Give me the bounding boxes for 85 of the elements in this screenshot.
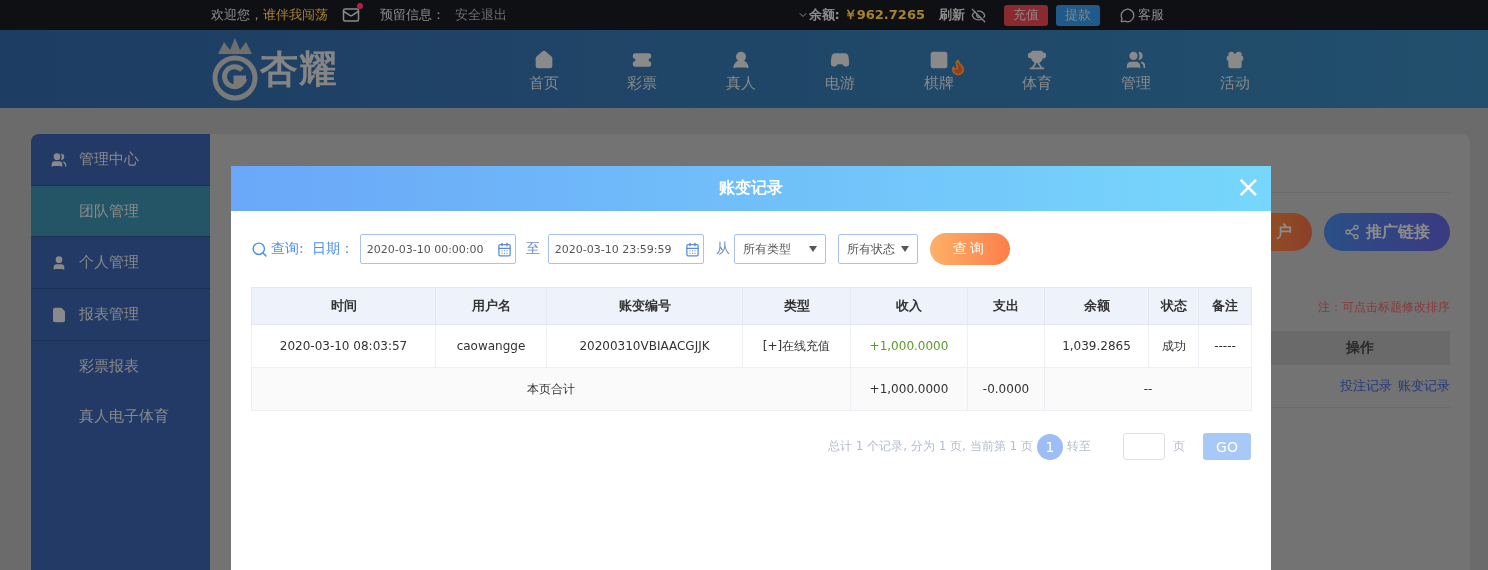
search-icon <box>251 240 268 258</box>
balance-label: 余额: <box>808 6 840 24</box>
from-label: 从 <box>715 240 730 258</box>
table-cell: caowangge <box>435 324 547 368</box>
column-header: 类型 <box>742 287 851 325</box>
close-button[interactable]: × <box>1235 172 1261 202</box>
table-cell: +1,000.0000 <box>850 324 968 368</box>
dialog-title: 账变记录 <box>719 178 783 199</box>
table-cell: 20200310VBIAACGJJK <box>546 324 743 368</box>
calendar-icon <box>684 241 700 257</box>
column-header: 时间 <box>251 287 436 325</box>
summary-label: 本页合计 <box>251 367 851 411</box>
nav-item[interactable]: 活动 <box>1185 45 1285 93</box>
section-label: 管理中心 <box>79 150 139 169</box>
start-date-field[interactable]: 2020-03-10 00:00:00 <box>359 234 516 264</box>
share-icon <box>1344 224 1360 240</box>
reserved-info-label: 预留信息： <box>380 6 445 24</box>
caret-icon <box>808 246 817 252</box>
table-cell: -- <box>1044 367 1252 411</box>
refresh-link[interactable]: 刷新 <box>939 6 965 24</box>
nav-item[interactable]: 彩票 <box>593 45 692 93</box>
column-header: 状态 <box>1148 287 1199 325</box>
trophy-icon <box>1027 49 1048 70</box>
chat-icon[interactable] <box>1120 7 1135 23</box>
record-link[interactable]: 投注记录 <box>1340 377 1392 395</box>
goto-label: 转至 <box>1067 438 1091 455</box>
nav-item[interactable]: 电游 <box>790 45 890 93</box>
to-label: 至 <box>525 240 540 258</box>
gift-icon <box>1224 49 1245 70</box>
promo-link-button[interactable]: 推广链接 <box>1324 213 1450 251</box>
document-icon <box>51 306 67 323</box>
sidebar-item[interactable]: 真人电子体育 <box>31 391 210 441</box>
page-number[interactable]: 1 <box>1037 433 1063 460</box>
table-cell: 1,039.2865 <box>1044 324 1149 368</box>
column-header: 用户名 <box>435 287 547 325</box>
column-header: 操作 <box>1270 331 1450 365</box>
balance-amount: ￥962.7265 <box>843 6 925 24</box>
users-icon <box>1125 49 1146 70</box>
logout-link[interactable]: 安全退出 <box>455 6 507 24</box>
table-cell: ----- <box>1198 324 1252 368</box>
crown-emblem-icon <box>210 36 260 102</box>
date-label: 日期： <box>311 240 354 258</box>
record-link[interactable]: 账变记录 <box>1398 377 1450 395</box>
welcome-text: 欢迎您， <box>211 6 263 24</box>
table-cell: [+]在线充值 <box>742 324 851 368</box>
customer-service-link[interactable]: 客服 <box>1138 6 1164 24</box>
nav-item[interactable]: 首页 <box>494 45 593 93</box>
table-cell: +1,000.0000 <box>850 367 968 411</box>
go-button[interactable]: GO <box>1203 433 1251 460</box>
withdraw-button[interactable]: 提款 <box>1056 4 1100 26</box>
tile-icon <box>928 49 949 70</box>
record-count-text: 总计 1 个记录, 分为 1 页, 当前第 1 页 <box>827 438 1033 455</box>
column-header: 余额 <box>1044 287 1149 325</box>
table-cell: -0.0000 <box>967 367 1045 411</box>
eye-off-icon[interactable] <box>971 7 986 23</box>
end-date-field[interactable]: 2020-03-10 23:59:59 <box>547 234 704 264</box>
query-label: 查询: <box>271 240 304 258</box>
column-header: 收入 <box>850 287 968 325</box>
nav-item[interactable]: 管理 <box>1086 45 1186 93</box>
nav-item[interactable]: 棋牌 <box>889 45 988 93</box>
section-label: 个人管理 <box>79 253 139 272</box>
column-header: 备注 <box>1198 287 1252 325</box>
status-select[interactable]: 所有状态 <box>837 234 918 264</box>
user-icon <box>51 254 67 271</box>
home-icon <box>533 49 554 70</box>
username-link[interactable]: 谁伴我闯荡 <box>263 6 328 24</box>
column-header: 支出 <box>967 287 1045 325</box>
users-icon <box>51 151 67 168</box>
mail-icon[interactable] <box>342 6 360 24</box>
table-cell: 成功 <box>1148 324 1199 368</box>
nav-item[interactable]: 体育 <box>987 45 1087 93</box>
recharge-button[interactable]: 充值 <box>1004 4 1048 26</box>
section-label: 报表管理 <box>79 305 139 324</box>
nav-item[interactable]: 真人 <box>691 45 791 93</box>
page-unit: 页 <box>1173 438 1185 455</box>
caret-icon <box>900 246 909 252</box>
type-select[interactable]: 所有类型 <box>733 234 826 264</box>
logo-text: 杏耀 <box>260 45 338 93</box>
page-input[interactable] <box>1123 433 1165 460</box>
sidebar-item[interactable]: 团队管理 <box>31 186 210 237</box>
query-button[interactable]: 查询 <box>929 233 1010 265</box>
table-cell: 2020-03-10 08:03:57 <box>251 324 436 368</box>
sidebar-item[interactable]: 彩票报表 <box>31 341 210 391</box>
column-header: 账变编号 <box>546 287 743 325</box>
calendar-icon <box>496 241 512 257</box>
